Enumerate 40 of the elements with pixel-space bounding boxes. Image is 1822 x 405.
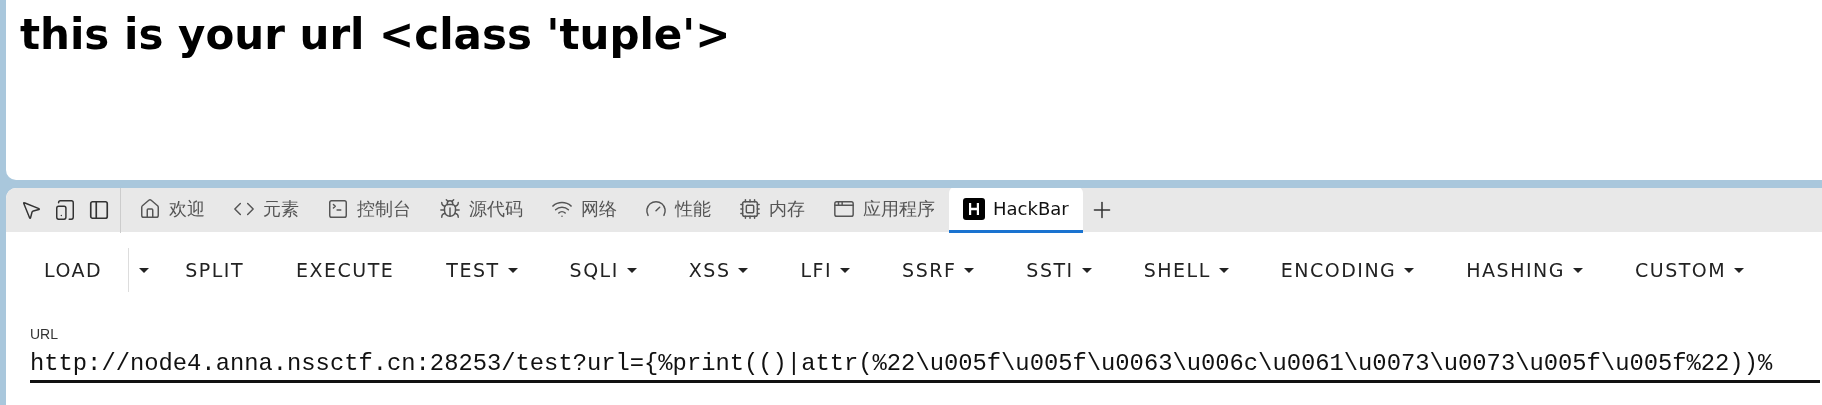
- url-label: URL: [30, 326, 59, 342]
- menu-button[interactable]: SSTI: [1000, 259, 1118, 281]
- menu-button[interactable]: SPLIT: [159, 259, 270, 281]
- devtools-tab[interactable]: 性能: [631, 188, 725, 233]
- menu-button[interactable]: TEST: [420, 259, 544, 281]
- menu-button[interactable]: HASHING: [1440, 259, 1609, 281]
- caret-icon: [964, 267, 975, 273]
- menu-button[interactable]: XSS: [662, 259, 775, 281]
- devtools-tab[interactable]: 内存: [725, 188, 819, 233]
- chip-icon: [739, 197, 761, 220]
- devtools-tab[interactable]: 网络: [537, 188, 631, 233]
- devtools-tab[interactable]: 欢迎: [125, 188, 219, 233]
- page-heading: this is your url <class 'tuple'>: [20, 10, 732, 59]
- caret-icon: [626, 267, 637, 273]
- menu-button[interactable]: LFI: [774, 259, 877, 281]
- menu-button[interactable]: CUSTOM: [1609, 259, 1771, 281]
- devtools-tab[interactable]: 元素: [219, 188, 313, 233]
- devtools-tab[interactable]: 源代码: [425, 188, 537, 233]
- caret-icon: [507, 267, 518, 273]
- menu-button[interactable]: ENCODING: [1254, 259, 1441, 281]
- menu-button[interactable]: LOAD: [18, 259, 129, 281]
- menu-button[interactable]: SSRF: [876, 259, 1001, 281]
- caret-icon: [738, 267, 749, 273]
- caret-icon: [1404, 267, 1415, 273]
- devtools-tab[interactable]: HackBar: [949, 188, 1083, 233]
- caret-icon: [1081, 267, 1092, 273]
- menu-button[interactable]: SQLI: [543, 259, 663, 281]
- bug-icon: [439, 197, 461, 220]
- menu-button[interactable]: EXECUTE: [270, 259, 421, 281]
- caret-icon: [1218, 267, 1229, 273]
- terminal-icon: [327, 197, 349, 220]
- menu-button[interactable]: SHELL: [1117, 259, 1255, 281]
- url-field[interactable]: http://node4.anna.nssctf.cn:28253/test?url={%print(()|attr(%22\u005f\u005f\u0063\u006c\u0061\u0073\u0073\u005f\u005f%22))%: [30, 350, 1820, 383]
- h-logo-icon: [963, 197, 985, 220]
- devtools-tab[interactable]: 控制台: [313, 188, 425, 233]
- caret-icon: [840, 267, 851, 273]
- caret-icon: [1573, 267, 1583, 273]
- devtools-tab[interactable]: 应用程序: [819, 188, 949, 233]
- caret-icon: [1734, 267, 1745, 273]
- home-icon: [139, 197, 161, 220]
